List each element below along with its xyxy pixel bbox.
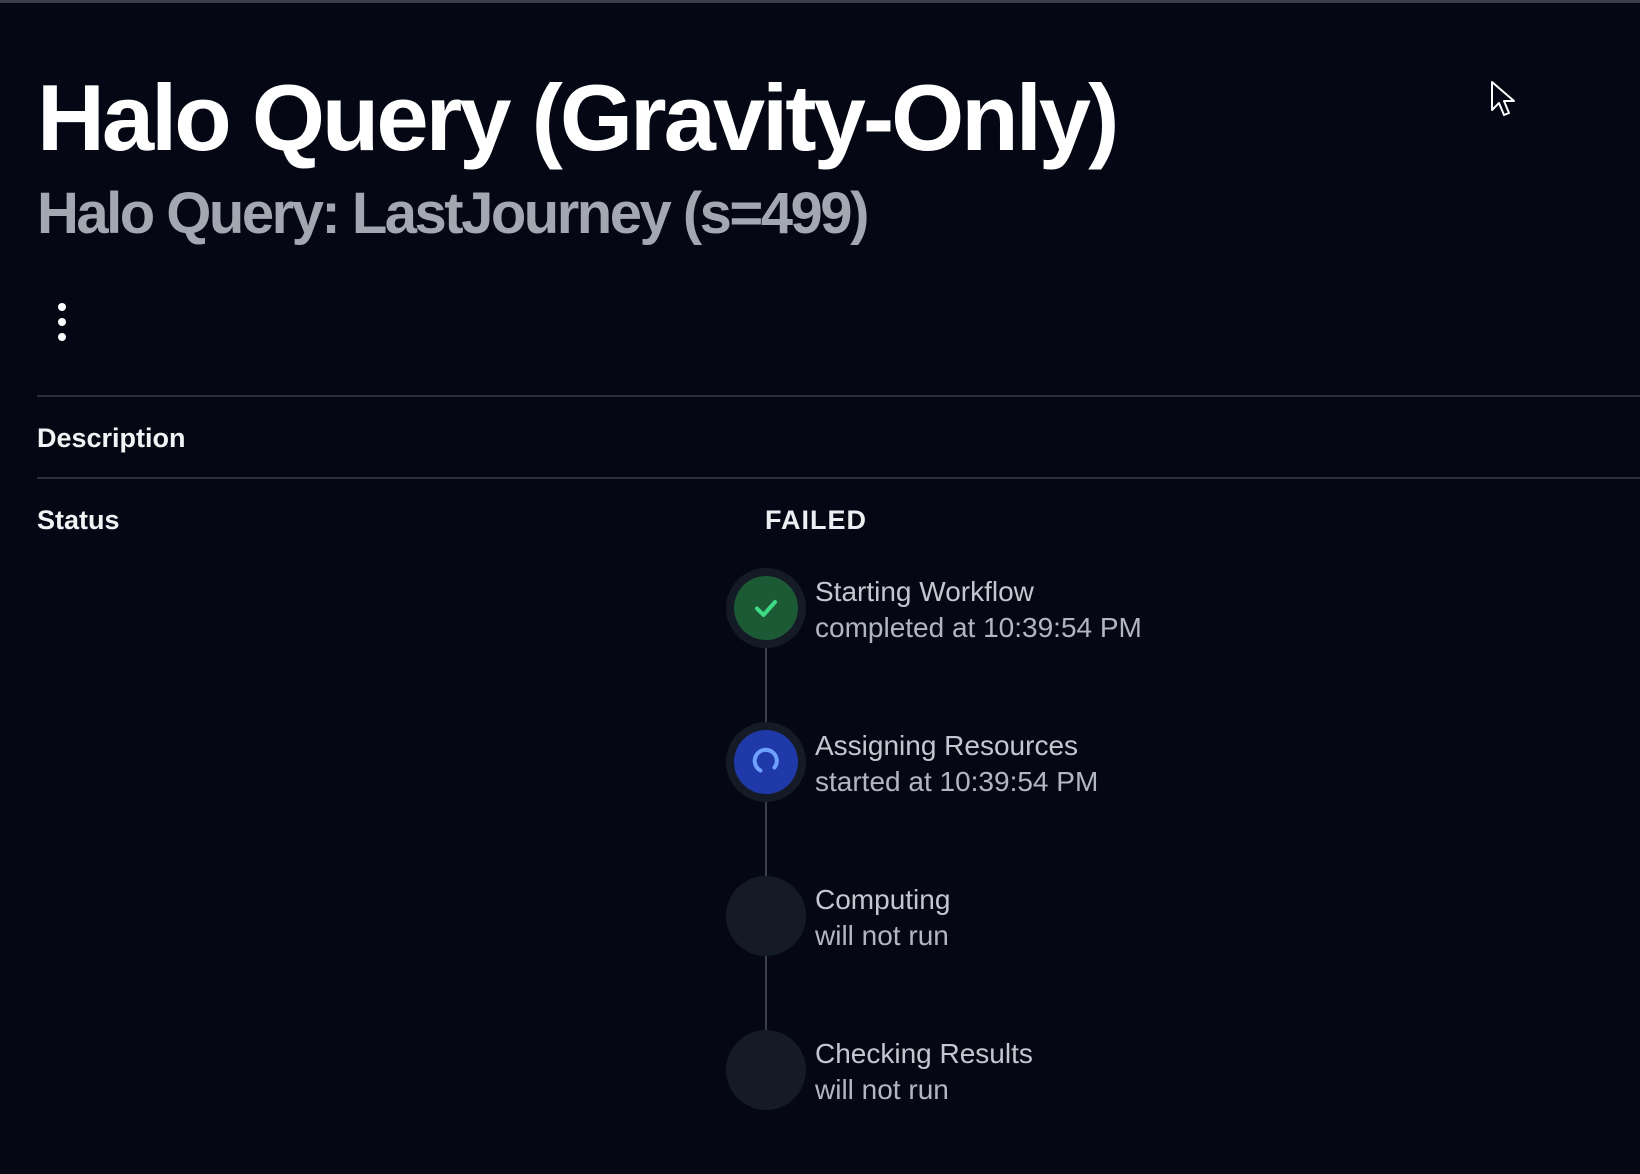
timeline-connector [765,608,767,1086]
step-detail: started at 10:39:54 PM [815,766,1099,797]
workflow-timeline: Starting Workflow completed at 10:39:54 … [726,568,1426,1128]
spinner-icon [752,747,779,773]
step-name: Computing [815,884,951,915]
mouse-pointer-icon [1491,81,1515,116]
step-status-circle [726,568,806,648]
status-label: Status [37,505,120,535]
timeline-step-starting-workflow: Starting Workflow completed at 10:39:54 … [726,568,1426,652]
step-detail: will not run [815,920,949,951]
check-icon [755,600,777,617]
step-name: Starting Workflow [815,576,1034,607]
more-vertical-icon [58,303,66,311]
timeline-step-computing: Computing will not run [726,876,1426,960]
timeline-step-assigning-resources: Assigning Resources started at 10:39:54 … [726,722,1426,806]
more-options-button[interactable] [44,298,80,346]
divider [37,395,1640,397]
step-status-circle [726,1030,806,1110]
workflow-detail-page: Halo Query (Gravity-Only) Halo Query: La… [0,0,1640,1174]
divider [37,477,1640,479]
description-label: Description [37,423,186,453]
top-border [0,0,1640,3]
step-detail: will not run [815,1074,949,1105]
step-detail: completed at 10:39:54 PM [815,612,1142,643]
step-status-circle [726,876,806,956]
page-subtitle: Halo Query: LastJourney (s=499) [37,181,869,246]
status-value: FAILED [765,505,868,535]
step-name: Checking Results [815,1038,1033,1069]
step-name: Assigning Resources [815,730,1079,761]
step-status-circle [726,722,806,802]
page-title: Halo Query (Gravity-Only) [37,65,1119,170]
timeline-step-checking-results: Checking Results will not run [726,1030,1426,1114]
